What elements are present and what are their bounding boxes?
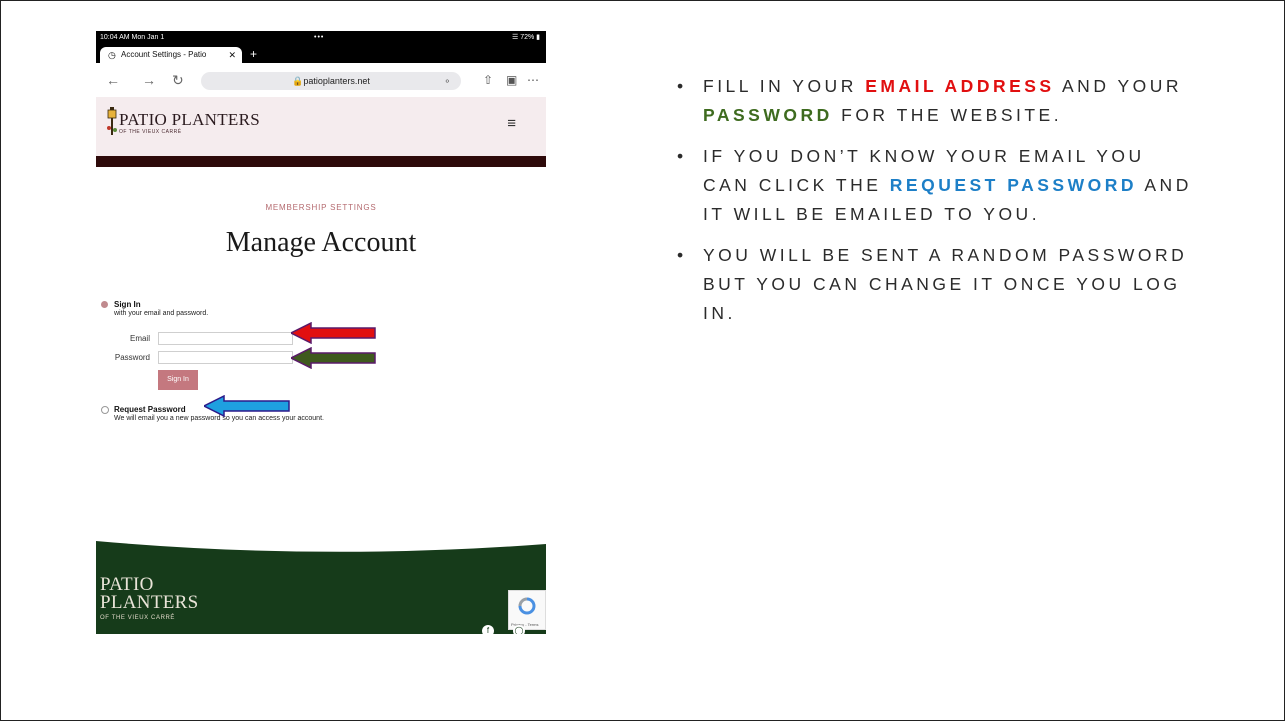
recaptcha-icon [518, 597, 536, 615]
forward-icon[interactable]: → [142, 72, 156, 88]
signin-heading: Sign In [114, 300, 141, 309]
email-label: Email [129, 334, 150, 343]
instruction-1-password-highlight: PASSWORD [703, 105, 833, 125]
lamp-logo-icon [107, 107, 117, 135]
mic-icon[interactable]: ⚬ [443, 72, 451, 90]
status-bar: 10:04 AM Mon Jan 1 ••• ☰ 72% ▮ [96, 31, 546, 45]
footer-logo: PATIO PLANTERS [100, 575, 199, 613]
tab-strip: ◷ Account Settings - Patio ✕ + [96, 45, 546, 63]
instruction-1-text-b: AND YOUR [1054, 76, 1183, 96]
bullet-icon: • [677, 76, 687, 96]
header-band [96, 156, 546, 167]
site-footer: PATIO PLANTERS OF THE VIEUX CARRÉ Privac… [96, 536, 546, 634]
multitask-dots[interactable]: ••• [314, 31, 324, 45]
section-kicker: MEMBERSHIP SETTINGS [265, 203, 377, 212]
footer-logo-line2: PLANTERS [100, 592, 199, 613]
close-icon[interactable]: ✕ [228, 47, 236, 63]
site-header: PATIO PLANTERS OF THE VIEUX CARRÉ ≡ [96, 97, 546, 156]
page-title: Manage Account [225, 227, 417, 258]
instructions-list: • FILL IN YOUR EMAIL ADDRESS AND YOUR PA… [677, 72, 1197, 340]
instruction-3-text: YOU WILL BE SENT A RANDOM PASSWORD BUT Y… [703, 245, 1188, 323]
plus-icon[interactable]: + [250, 46, 257, 62]
instruction-2: • IF YOU DON’T KNOW YOUR EMAIL YOU CAN C… [677, 142, 1197, 229]
signin-subtitle: with your email and password. [114, 310, 209, 317]
url-text: 🔒patioplanters.net [201, 72, 461, 90]
sign-in-button[interactable]: Sign In [158, 370, 198, 390]
site-logo-subtitle: OF THE VIEUX CARRÉ [119, 129, 182, 135]
instruction-1: • FILL IN YOUR EMAIL ADDRESS AND YOUR PA… [677, 72, 1197, 130]
request-password-radio[interactable] [101, 406, 109, 414]
status-time: 10:04 AM Mon Jan 1 [100, 34, 165, 41]
bullet-icon: • [677, 245, 687, 265]
share-icon[interactable]: ⇧ [483, 72, 493, 88]
tab-title: Account Settings - Patio [121, 50, 207, 59]
recaptcha-badge[interactable]: Privacy - Terms [508, 590, 546, 630]
facebook-icon[interactable]: f [482, 625, 494, 634]
lock-icon: 🔒 [292, 76, 304, 86]
instruction-1-email-highlight: EMAIL ADDRESS [865, 76, 1055, 96]
password-field[interactable] [158, 351, 293, 364]
browser-toolbar: ← → ↻ 🔒patioplanters.net ⚬ ⇧ ▣ ⋯ [96, 63, 546, 97]
password-arrow [291, 347, 376, 369]
browser-screenshot: 10:04 AM Mon Jan 1 ••• ☰ 72% ▮ ◷ Account… [96, 31, 546, 634]
instruction-3: • YOU WILL BE SENT A RANDOM PASSWORD BUT… [677, 241, 1197, 328]
request-password-arrow [204, 395, 290, 417]
request-password-heading[interactable]: Request Password [114, 405, 186, 414]
site-logo-text[interactable]: PATIO PLANTERS [119, 110, 260, 130]
instruction-1-text-c: FOR THE WEBSITE. [832, 105, 1063, 125]
signin-radio[interactable] [101, 301, 108, 308]
instagram-icon[interactable]: ◯ [513, 625, 525, 634]
globe-icon: ◷ [108, 50, 116, 60]
more-icon[interactable]: ⋯ [527, 72, 539, 88]
instruction-1-text-a: FILL IN YOUR [703, 76, 866, 96]
address-bar[interactable]: 🔒patioplanters.net ⚬ [201, 72, 461, 90]
battery-percent: 72% [520, 34, 535, 41]
battery-indicator: ☰ 72% ▮ [511, 34, 540, 41]
tabs-icon[interactable]: ▣ [506, 72, 517, 88]
email-field[interactable] [158, 332, 293, 345]
hamburger-icon[interactable]: ≡ [507, 115, 516, 132]
email-arrow [291, 322, 376, 344]
reload-icon[interactable]: ↻ [172, 72, 184, 88]
tab-account-settings[interactable]: ◷ Account Settings - Patio ✕ [100, 47, 242, 63]
instruction-2-request-highlight: REQUEST PASSWORD [889, 175, 1137, 195]
password-label: Password [114, 353, 150, 362]
url-value: patioplanters.net [303, 76, 370, 86]
footer-logo-subtitle: OF THE VIEUX CARRÉ [100, 615, 176, 621]
bullet-icon: • [677, 146, 687, 166]
back-icon[interactable]: ← [106, 72, 120, 88]
